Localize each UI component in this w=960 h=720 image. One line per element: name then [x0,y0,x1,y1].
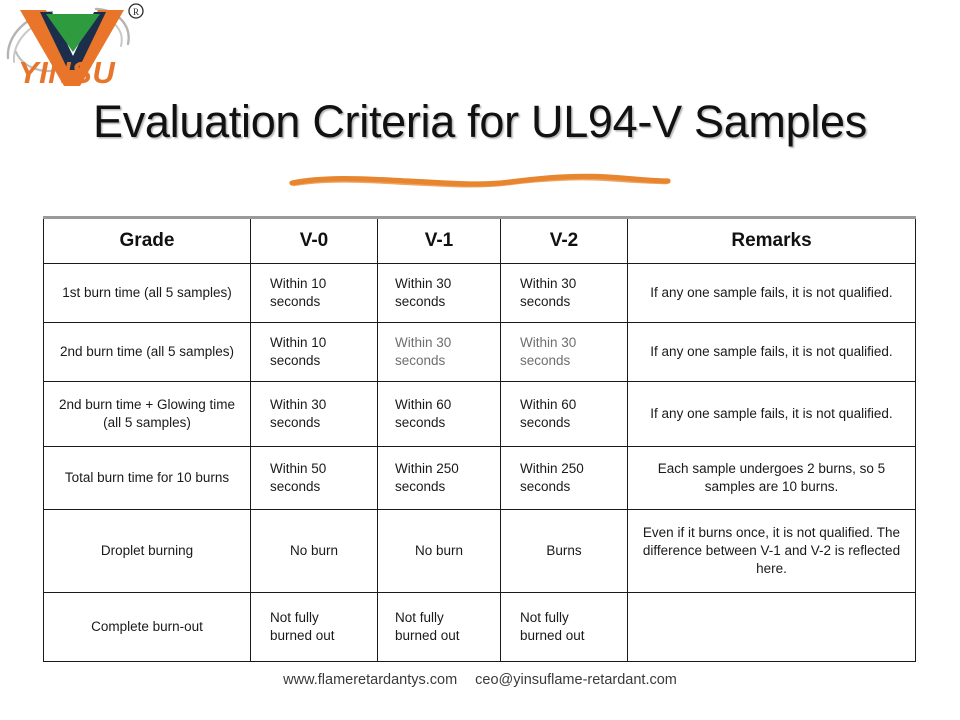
wavy-brush-stroke-icon [289,173,671,188]
column-header-v2: V-2 [500,216,628,264]
cell-v1: Within 30 seconds [377,263,501,323]
logo-wordmark: YINSU [18,55,116,90]
cell-v2: Within 250 seconds [500,446,628,510]
svg-text:R: R [133,7,139,17]
column-header-v0: V-0 [250,216,378,264]
table-row: 1st burn time (all 5 samples) Within 10 … [43,263,916,323]
cell-remarks: If any one sample fails, it is not quali… [627,263,916,323]
cell-grade: 2nd burn time (all 5 samples) [43,322,251,382]
criteria-table-container: Grade V-0 V-1 V-2 Remarks 1st burn time … [43,216,916,662]
page-title: Evaluation Criteria for UL94-V Samples [93,96,867,147]
cell-grade: Complete burn-out [43,592,251,662]
evaluation-criteria-table: Grade V-0 V-1 V-2 Remarks 1st burn time … [43,216,916,662]
decorative-divider [288,168,672,194]
column-header-grade: Grade [43,216,251,264]
cell-grade: 1st burn time (all 5 samples) [43,263,251,323]
cell-v1: Within 250 seconds [377,446,501,510]
column-header-v1: V-1 [377,216,501,264]
cell-v0: Within 10 seconds [250,322,378,382]
company-logo: R YINSU [0,0,170,96]
cell-grade: 2nd burn time + Glowing time (all 5 samp… [43,381,251,447]
footer-email[interactable]: ceo@yinsuflame-retardant.com [475,672,677,688]
cell-remarks: Even if it burns once, it is not qualifi… [627,509,916,593]
cell-v0: Not fully burned out [250,592,378,662]
footer-website[interactable]: www.flameretardantys.com [283,672,457,688]
table-row: Total burn time for 10 burns Within 50 s… [43,446,916,510]
cell-remarks: If any one sample fails, it is not quali… [627,322,916,382]
cell-remarks [627,592,916,662]
cell-v2: Within 30 seconds [500,263,628,323]
cell-v1: Within 30 seconds [377,322,501,382]
cell-v2: Within 60 seconds [500,381,628,447]
column-header-remarks: Remarks [627,216,916,264]
table-row: Droplet burning No burn No burn Burns Ev… [43,509,916,593]
cell-v0: Within 10 seconds [250,263,378,323]
cell-v2: Within 30 seconds [500,322,628,382]
cell-v0: Within 30 seconds [250,381,378,447]
table-row: 2nd burn time + Glowing time (all 5 samp… [43,381,916,447]
table-row: 2nd burn time (all 5 samples) Within 10 … [43,322,916,382]
cell-grade: Droplet burning [43,509,251,593]
cell-v1: Within 60 seconds [377,381,501,447]
cell-remarks: Each sample undergoes 2 burns, so 5 samp… [627,446,916,510]
table-row: Complete burn-out Not fully burned out N… [43,592,916,662]
cell-v2: Not fully burned out [500,592,628,662]
registered-trademark-icon: R [128,3,144,19]
cell-v2: Burns [500,509,628,593]
cell-v1: Not fully burned out [377,592,501,662]
cell-v1: No burn [377,509,501,593]
cell-v0: No burn [250,509,378,593]
footer-contact: www.flameretardantys.com ceo@yinsuflame-r… [0,672,960,688]
cell-v0: Within 50 seconds [250,446,378,510]
cell-remarks: If any one sample fails, it is not quali… [627,381,916,447]
cell-grade: Total burn time for 10 burns [43,446,251,510]
table-header-row: Grade V-0 V-1 V-2 Remarks [43,216,916,264]
